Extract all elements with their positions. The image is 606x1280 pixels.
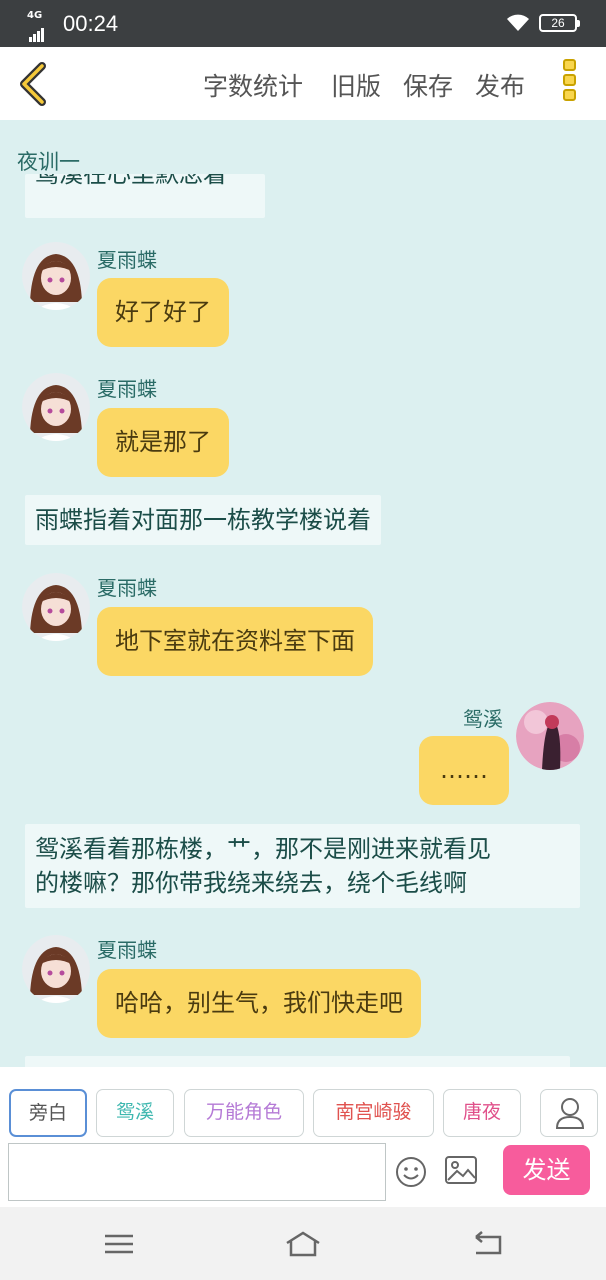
narration-block[interactable] bbox=[25, 1056, 570, 1067]
message-bubble[interactable]: 好了好了 bbox=[97, 278, 229, 347]
home-icon[interactable] bbox=[285, 1229, 321, 1259]
message-bubble[interactable]: …… bbox=[419, 736, 509, 805]
clock: 00:24 bbox=[63, 11, 119, 36]
emoji-icon[interactable] bbox=[395, 1156, 427, 1188]
word-count-button[interactable]: 字数统计 bbox=[203, 67, 303, 103]
character-chip-narrator[interactable]: 旁白 bbox=[9, 1089, 87, 1137]
old-version-button[interactable]: 旧版 bbox=[331, 67, 381, 103]
speaker-name: 鸳溪 bbox=[463, 707, 503, 731]
narration-block[interactable]: 鸳溪在心里默念着 bbox=[25, 174, 265, 218]
back-nav-icon[interactable] bbox=[470, 1229, 506, 1259]
message-input[interactable] bbox=[8, 1143, 386, 1201]
cell-signal-icon: 4G bbox=[26, 10, 56, 42]
avatar[interactable] bbox=[22, 373, 90, 441]
status-bar: 4G 00:24 26 bbox=[0, 0, 606, 47]
character-chip[interactable]: 鸳溪 bbox=[96, 1089, 174, 1137]
message-bubble[interactable]: 哈哈，别生气，我们快走吧 bbox=[97, 969, 421, 1038]
character-chip[interactable]: 万能角色 bbox=[184, 1089, 304, 1137]
speaker-name: 夏雨蝶 bbox=[97, 248, 157, 272]
avatar[interactable] bbox=[22, 573, 90, 641]
image-icon[interactable] bbox=[445, 1156, 477, 1184]
narration-block[interactable]: 雨蝶指着对面那一栋教学楼说着 bbox=[25, 495, 381, 545]
wifi-icon bbox=[507, 14, 529, 31]
person-icon bbox=[555, 1098, 585, 1129]
avatar[interactable] bbox=[516, 702, 584, 770]
battery-icon: 26 bbox=[539, 14, 580, 32]
speaker-name: 夏雨蝶 bbox=[97, 938, 157, 962]
back-icon[interactable] bbox=[14, 61, 54, 107]
more-menu-icon[interactable] bbox=[563, 59, 581, 109]
character-chip[interactable]: 南宫崎骏 bbox=[313, 1089, 434, 1137]
chat-area[interactable]: 夜训一 鸳溪在心里默念着 夏雨蝶 好了好了 夏雨蝶 就是那了 雨蝶指着对面那一栋… bbox=[0, 120, 606, 1067]
narration-block[interactable]: 鸳溪看着那栋楼，艹，那不是刚进来就看见 的楼嘛？那你带我绕来绕去，绕个毛线啊 bbox=[25, 824, 580, 908]
composer: 旁白 鸳溪 万能角色 南宫崎骏 唐夜 发送 bbox=[0, 1067, 606, 1207]
network-type: 4G bbox=[27, 10, 43, 21]
character-manage-button[interactable] bbox=[540, 1089, 598, 1137]
avatar[interactable] bbox=[22, 242, 90, 310]
message-bubble[interactable]: 就是那了 bbox=[97, 408, 229, 477]
character-chip[interactable]: 唐夜 bbox=[443, 1089, 521, 1137]
publish-button[interactable]: 发布 bbox=[475, 67, 525, 103]
speaker-name: 夏雨蝶 bbox=[97, 576, 157, 600]
system-nav-bar bbox=[0, 1207, 606, 1280]
speaker-name: 夏雨蝶 bbox=[97, 377, 157, 401]
chapter-title: 夜训一 bbox=[17, 150, 80, 174]
toolbar: 字数统计 旧版 保存 发布 bbox=[0, 47, 606, 120]
avatar[interactable] bbox=[22, 935, 90, 1003]
menu-icon[interactable] bbox=[101, 1229, 137, 1259]
message-bubble[interactable]: 地下室就在资料室下面 bbox=[97, 607, 373, 676]
send-button[interactable]: 发送 bbox=[503, 1145, 590, 1195]
save-button[interactable]: 保存 bbox=[403, 67, 453, 103]
